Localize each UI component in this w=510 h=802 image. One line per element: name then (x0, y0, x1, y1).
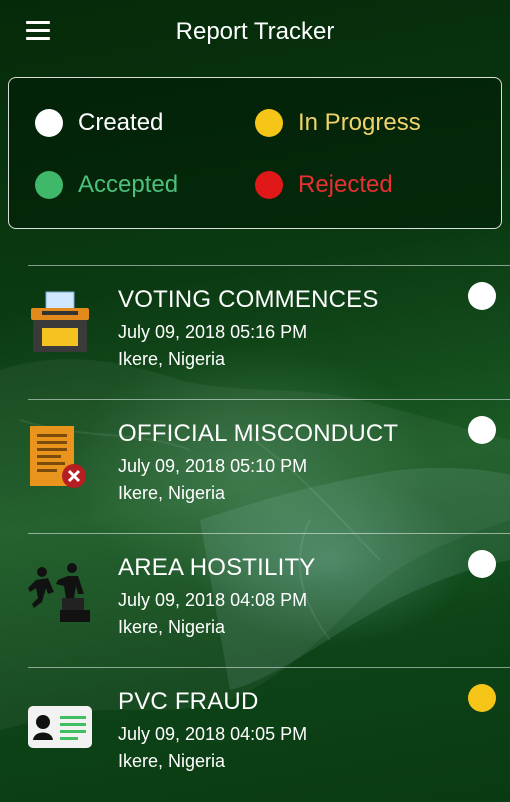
report-location: Ikere, Nigeria (118, 483, 226, 503)
report-date: July 09, 2018 05:16 PM (118, 322, 308, 342)
fighting-people-icon (28, 563, 90, 622)
legend-item-rejected: Rejected (255, 171, 393, 199)
report-location: Ikere, Nigeria (118, 349, 226, 369)
legend-label: Accepted (78, 171, 179, 198)
report-location: Ikere, Nigeria (118, 751, 226, 771)
status-indicator-icon (468, 684, 496, 712)
report-title: AREA HOSTILITY (118, 554, 316, 581)
report-location: Ikere, Nigeria (118, 617, 226, 637)
report-item[interactable]: AREA HOSTILITY July 09, 2018 04:08 PM Ik… (0, 534, 510, 668)
status-indicator-icon (468, 416, 496, 444)
page-title: Report Tracker (175, 18, 335, 45)
in-progress-status-icon (255, 109, 283, 137)
legend-item-created: Created (35, 109, 163, 137)
status-legend: Created In Progress Accepted Rejected (8, 77, 502, 229)
report-date: July 09, 2018 04:05 PM (118, 724, 308, 744)
report-item[interactable]: VOTING COMMENCES July 09, 2018 05:16 PM … (0, 266, 510, 400)
legend-label: Rejected (298, 171, 393, 198)
accepted-status-icon (35, 171, 63, 199)
app-header: Report Tracker (0, 0, 510, 64)
report-title: PVC FRAUD (118, 688, 259, 715)
report-date: July 09, 2018 04:08 PM (118, 590, 308, 610)
rejected-status-icon (255, 171, 283, 199)
voter-card-icon (28, 706, 92, 748)
legend-label: In Progress (298, 109, 421, 136)
report-title: VOTING COMMENCES (118, 286, 379, 313)
rejected-document-icon (30, 426, 86, 488)
legend-item-accepted: Accepted (35, 171, 178, 199)
report-date: July 09, 2018 05:10 PM (118, 456, 308, 476)
legend-item-in-progress: In Progress (255, 109, 421, 137)
status-indicator-icon (468, 550, 496, 578)
created-status-icon (35, 109, 63, 137)
status-indicator-icon (468, 282, 496, 310)
ballot-box-icon (31, 291, 89, 352)
report-item[interactable]: PVC FRAUD July 09, 2018 04:05 PM Ikere, … (0, 668, 510, 802)
report-item[interactable]: OFFICIAL MISCONDUCT July 09, 2018 05:10 … (0, 400, 510, 534)
report-title: OFFICIAL MISCONDUCT (118, 420, 399, 447)
legend-label: Created (78, 109, 164, 136)
